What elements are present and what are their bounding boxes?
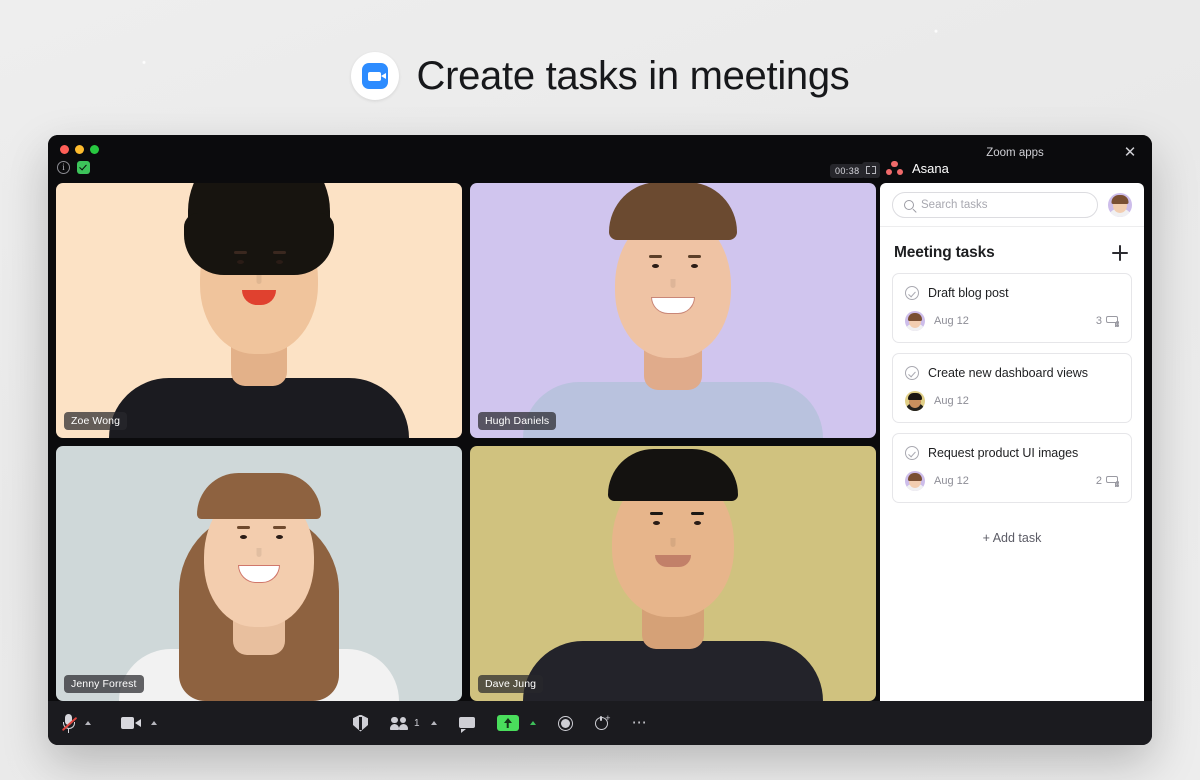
chat-bubble-icon[interactable] (459, 717, 475, 730)
task-subtask-count: 2 (1096, 475, 1119, 487)
task-card[interactable]: Create new dashboard views Aug 12 (892, 353, 1132, 423)
participant-name: Zoe Wong (64, 412, 127, 430)
minimize-window-button[interactable] (75, 145, 84, 154)
participants-button[interactable]: 1 (390, 717, 437, 730)
task-due-date: Aug 12 (934, 395, 969, 407)
video-row-top: Zoe Wong H (56, 183, 876, 438)
participant-portrait (470, 183, 876, 438)
toolbar-left (62, 714, 157, 733)
video-tile-dave-jung[interactable]: Dave Jung (470, 446, 876, 701)
task-title-row: Create new dashboard views (905, 366, 1119, 380)
video-tile-hugh-daniels[interactable]: Hugh Daniels (470, 183, 876, 438)
asana-panel-wrapper: Search tasks Meeting tasks (880, 183, 1152, 701)
zoom-apps-label: Zoom apps (880, 147, 1150, 159)
task-meta-row: Aug 12 3 (905, 311, 1119, 331)
search-placeholder: Search tasks (921, 199, 987, 211)
participant-name: Jenny Forrest (64, 675, 144, 693)
task-meta-row: Aug 12 2 (905, 471, 1119, 491)
meeting-meta: i (57, 161, 90, 174)
task-list: Draft blog post Aug 12 3 (880, 273, 1144, 545)
subtask-icon (1106, 476, 1119, 487)
participants-caret[interactable] (431, 721, 437, 725)
microphone-muted-icon[interactable] (62, 714, 75, 733)
panel-header: Meeting tasks (880, 227, 1144, 273)
page-title: Create tasks in meetings (417, 56, 850, 96)
task-title: Draft blog post (928, 286, 1009, 300)
participant-name: Hugh Daniels (478, 412, 556, 430)
participants-icon (390, 717, 409, 730)
close-window-button[interactable] (60, 145, 69, 154)
shield-check-icon[interactable] (77, 161, 90, 174)
task-title: Request product UI images (928, 446, 1078, 460)
video-row-bottom: Jenny Forrest (56, 446, 876, 701)
more-ellipsis-icon[interactable]: ⋯ (632, 718, 648, 728)
task-card[interactable]: Draft blog post Aug 12 3 (892, 273, 1132, 343)
meeting-timer: 00:38 (830, 164, 865, 178)
toolbar-center: 1 + ⋯ (353, 715, 648, 732)
task-title-row: Draft blog post (905, 286, 1119, 300)
assignee-avatar[interactable] (905, 391, 925, 411)
close-icon[interactable]: ✕ (1122, 145, 1138, 161)
video-tile-jenny-forrest[interactable]: Jenny Forrest (56, 446, 462, 701)
plus-icon[interactable] (1110, 243, 1130, 263)
meeting-toolbar: 1 + ⋯ (48, 701, 1152, 745)
asana-app-name: Asana (912, 161, 949, 176)
search-icon (904, 200, 914, 210)
asana-logo-icon (886, 161, 903, 176)
subtask-icon (1106, 316, 1119, 327)
shield-icon[interactable] (353, 715, 368, 732)
microphone-options-caret[interactable] (85, 721, 91, 725)
subtask-count-value: 2 (1096, 475, 1102, 487)
zoom-meeting-window: i 00:38 Zoom apps ✕ Asana (48, 135, 1152, 745)
camera-options-caret[interactable] (151, 721, 157, 725)
panel-section-title: Meeting tasks (894, 244, 995, 262)
info-icon[interactable]: i (57, 161, 70, 174)
headline: Create tasks in meetings (0, 52, 1200, 100)
user-avatar[interactable] (1108, 193, 1132, 217)
expand-icon[interactable] (862, 162, 880, 178)
traffic-lights (60, 145, 99, 154)
reactions-icon[interactable]: + (595, 716, 610, 731)
share-screen-caret[interactable] (530, 721, 536, 725)
panel-toolbar: Search tasks (880, 183, 1144, 227)
task-card[interactable]: Request product UI images Aug 12 2 (892, 433, 1132, 503)
maximize-window-button[interactable] (90, 145, 99, 154)
assignee-avatar[interactable] (905, 311, 925, 331)
video-camera-icon[interactable] (121, 717, 141, 729)
window-body: Zoe Wong H (48, 183, 1152, 701)
participant-portrait (56, 446, 462, 701)
participant-name: Dave Jung (478, 675, 543, 693)
add-task-button[interactable]: + Add task (892, 513, 1132, 545)
zoom-video-icon (351, 52, 399, 100)
task-title-row: Request product UI images (905, 446, 1119, 460)
video-grid: Zoe Wong H (48, 183, 880, 701)
window-titlebar: i 00:38 Zoom apps ✕ Asana (48, 135, 1152, 183)
record-icon[interactable] (558, 716, 573, 731)
task-subtask-count: 3 (1096, 315, 1119, 327)
participant-portrait (470, 446, 876, 701)
task-title: Create new dashboard views (928, 366, 1088, 380)
assignee-avatar[interactable] (905, 471, 925, 491)
search-input[interactable]: Search tasks (892, 192, 1098, 218)
check-circle-icon[interactable] (905, 366, 919, 380)
asana-brand: Asana (886, 161, 949, 176)
subtask-count-value: 3 (1096, 315, 1102, 327)
asana-panel: Search tasks Meeting tasks (880, 183, 1144, 701)
video-tile-zoe-wong[interactable]: Zoe Wong (56, 183, 462, 438)
task-meta-row: Aug 12 (905, 391, 1119, 411)
participants-count: 1 (414, 718, 420, 729)
check-circle-icon[interactable] (905, 446, 919, 460)
participant-portrait (56, 183, 462, 438)
share-screen-button[interactable] (497, 715, 536, 731)
check-circle-icon[interactable] (905, 286, 919, 300)
task-due-date: Aug 12 (934, 475, 969, 487)
task-due-date: Aug 12 (934, 315, 969, 327)
share-screen-icon (497, 715, 519, 731)
